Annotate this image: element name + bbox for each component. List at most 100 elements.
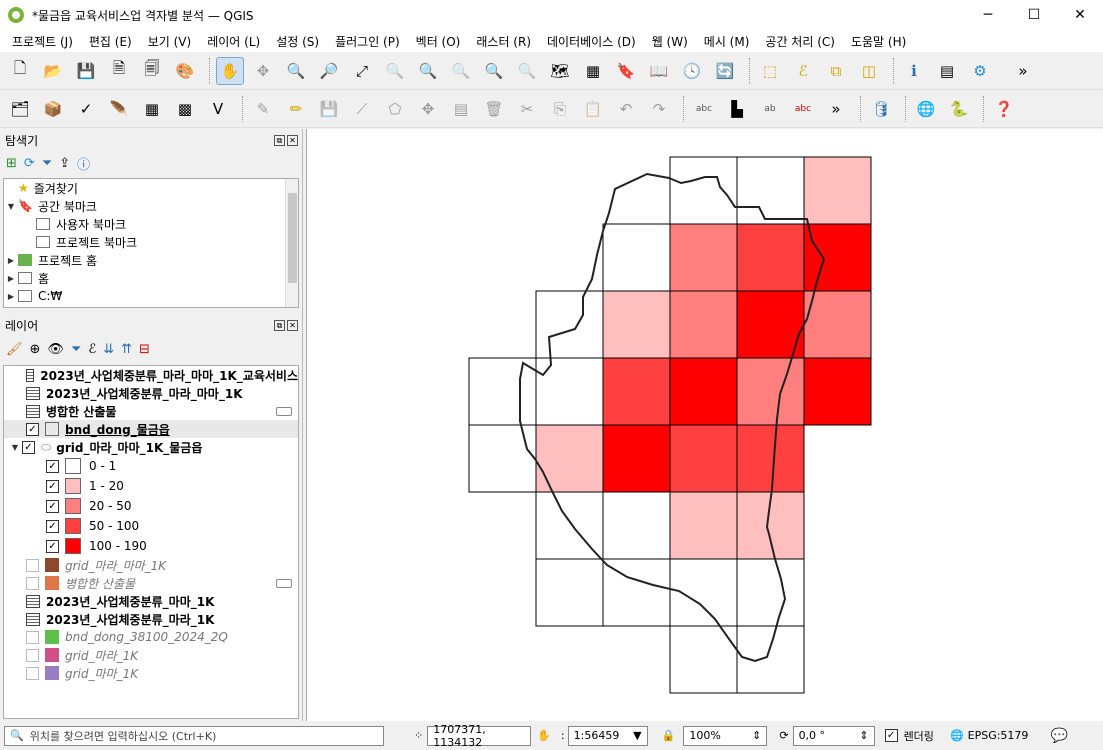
browser-scrollbar[interactable] bbox=[285, 179, 298, 307]
layer-item[interactable]: 병합한 산출물 bbox=[4, 574, 298, 592]
current-edits-icon[interactable]: ✎ bbox=[249, 95, 277, 123]
refresh-icon[interactable]: ⟳ bbox=[24, 156, 35, 171]
legend-item[interactable]: ✓ 1 - 20 bbox=[4, 476, 298, 496]
filter-legend-icon[interactable]: ⏷ bbox=[71, 342, 81, 357]
web-plugin-icon[interactable]: 🌐 bbox=[912, 95, 940, 123]
delete-selected-icon[interactable]: 🗑 bbox=[480, 95, 508, 123]
show-bookmarks-icon[interactable]: 📖 bbox=[645, 57, 673, 85]
magnifier-field[interactable]: 100% ⇕ bbox=[683, 725, 768, 746]
lock-scale-icon[interactable]: 🔒 bbox=[662, 729, 676, 742]
memory-layer-icon[interactable] bbox=[276, 578, 292, 588]
layer-item[interactable]: 2023년_사업체중분류_마라_1K bbox=[4, 610, 298, 628]
toggle-editing-icon[interactable]: ✏ bbox=[282, 95, 310, 123]
layer-item[interactable]: 병합한 산출물 bbox=[4, 402, 298, 420]
visibility-icon[interactable]: 👁 bbox=[47, 342, 64, 357]
render-checkbox[interactable]: ✓ bbox=[884, 729, 898, 742]
menu-raster[interactable]: 래스터 (R) bbox=[468, 33, 539, 50]
layer-item[interactable]: ▼ ✓ ⬭ grid_마라_마마_1K_물금읍 bbox=[4, 438, 298, 456]
layer-item[interactable]: grid_마라_마마_1K bbox=[4, 556, 298, 574]
layer-item[interactable]: bnd_dong_38100_2024_2Q bbox=[4, 628, 298, 646]
add-group-icon[interactable]: ⊕ bbox=[30, 342, 41, 357]
paste-icon[interactable]: 📋 bbox=[579, 95, 607, 123]
select-by-expression-icon[interactable]: ℰ bbox=[789, 57, 817, 85]
float-panel-icon[interactable]: ⧉ bbox=[274, 319, 285, 331]
menu-vector[interactable]: 벡터 (O) bbox=[408, 33, 469, 50]
db-manager-icon[interactable]: 🛢 bbox=[867, 95, 895, 123]
deselect-icon[interactable]: ⧉ bbox=[822, 57, 850, 85]
settings-gear-icon[interactable]: ⚙ bbox=[966, 57, 994, 85]
menu-project[interactable]: 프로젝트 (J) bbox=[4, 33, 81, 50]
label-icon[interactable]: abc bbox=[690, 95, 718, 123]
browser-item-favorites[interactable]: ★ 즐겨찾기 bbox=[4, 179, 298, 197]
new-project-icon[interactable]: 🗋 bbox=[6, 57, 34, 85]
copy-icon[interactable]: ⎘ bbox=[546, 95, 574, 123]
help-icon[interactable]: ❓ bbox=[990, 95, 1018, 123]
legend-checkbox[interactable]: ✓ bbox=[46, 499, 59, 513]
digitize-icon[interactable]: ✓ bbox=[72, 95, 100, 123]
menu-edit[interactable]: 편집 (E) bbox=[81, 33, 140, 50]
layer-visibility-checkbox[interactable] bbox=[26, 648, 39, 662]
filter-icon[interactable]: ⏷ bbox=[42, 156, 52, 171]
close-panel-icon[interactable]: ✕ bbox=[287, 134, 298, 146]
zoom-next-icon[interactable]: 🔍 bbox=[513, 57, 541, 85]
layer-visibility-checkbox[interactable] bbox=[26, 576, 39, 590]
zoom-to-selection-icon[interactable]: 🔍 bbox=[381, 57, 409, 85]
add-layer-icon[interactable]: 🪶 bbox=[105, 95, 133, 123]
menu-web[interactable]: 웹 (W) bbox=[644, 33, 696, 50]
select-features-icon[interactable]: ⬚ bbox=[756, 57, 784, 85]
show-hide-labels-icon[interactable]: abc bbox=[789, 95, 817, 123]
redo-icon[interactable]: ↷ bbox=[645, 95, 673, 123]
style-panel-icon[interactable]: 🖌 bbox=[6, 342, 23, 357]
new-map-view-icon[interactable]: 🗺 bbox=[546, 57, 574, 85]
more-label-tools-icon[interactable]: » bbox=[822, 95, 850, 123]
pan-icon[interactable]: ✋ bbox=[216, 56, 244, 85]
zoom-in-icon[interactable]: 🔍 bbox=[282, 57, 310, 85]
python-console-icon[interactable]: 🐍 bbox=[945, 95, 973, 123]
layer-visibility-checkbox[interactable]: ✓ bbox=[22, 440, 35, 454]
bookmark-icon[interactable]: 🔖 bbox=[612, 57, 640, 85]
zoom-last-icon[interactable]: 🔍 bbox=[480, 57, 508, 85]
legend-item[interactable]: ✓ 100 - 190 bbox=[4, 536, 298, 556]
legend-item[interactable]: ✓ 0 - 1 bbox=[4, 456, 298, 476]
menu-processing[interactable]: 공간 처리 (C) bbox=[757, 33, 843, 50]
more-tools-icon[interactable]: » bbox=[1009, 57, 1037, 85]
expand-all-icon[interactable]: ⇊ bbox=[103, 342, 114, 357]
zoom-full-icon[interactable]: ⤢ bbox=[348, 57, 376, 85]
browser-item-user-bookmarks[interactable]: 사용자 북마크 bbox=[4, 215, 298, 233]
layer-visibility-checkbox[interactable] bbox=[26, 666, 39, 680]
layer-visibility-checkbox[interactable] bbox=[26, 558, 39, 572]
temporal-controller-icon[interactable]: 🕓 bbox=[678, 57, 706, 85]
add-vector-layer-icon[interactable]: V bbox=[204, 95, 232, 123]
layer-item[interactable]: ✓ bnd_dong_물금읍 bbox=[4, 420, 298, 438]
identify-features-icon[interactable]: ℹ bbox=[900, 57, 928, 85]
menu-help[interactable]: 도움말 (H) bbox=[843, 33, 914, 50]
legend-checkbox[interactable]: ✓ bbox=[46, 459, 59, 473]
refresh-icon[interactable]: 🔄 bbox=[711, 57, 739, 85]
new-3d-view-icon[interactable]: ▦ bbox=[579, 57, 607, 85]
layout-manager-icon[interactable]: 🗐 bbox=[138, 57, 166, 85]
layer-visibility-checkbox[interactable] bbox=[26, 630, 39, 644]
diagram-icon[interactable]: ▙ bbox=[723, 95, 751, 123]
messages-icon[interactable]: 💬 bbox=[1050, 728, 1067, 744]
collapse-all-icon[interactable]: ⇈ bbox=[121, 342, 132, 357]
crs-globe-icon[interactable]: 🌐 bbox=[950, 729, 964, 742]
browser-item-project-bookmarks[interactable]: 프로젝트 북마크 bbox=[4, 233, 298, 251]
minimize-button[interactable]: ─ bbox=[965, 0, 1011, 30]
attribute-table-icon[interactable]: ▤ bbox=[933, 57, 961, 85]
cut-icon[interactable]: ✂ bbox=[513, 95, 541, 123]
select-by-location-icon[interactable]: ◫ bbox=[855, 57, 883, 85]
undo-icon[interactable]: ↶ bbox=[612, 95, 640, 123]
legend-item[interactable]: ✓ 50 - 100 bbox=[4, 516, 298, 536]
coordinate-field[interactable]: 1707371, 1134132 bbox=[427, 723, 532, 749]
collapse-all-icon[interactable]: ⇪ bbox=[59, 156, 70, 171]
legend-checkbox[interactable]: ✓ bbox=[46, 519, 59, 533]
menu-mesh[interactable]: 메시 (M) bbox=[696, 33, 758, 50]
pin-label-icon[interactable]: ab bbox=[756, 95, 784, 123]
style-manager-icon[interactable]: 🎨 bbox=[171, 57, 199, 85]
save-edits-icon[interactable]: 💾 bbox=[315, 95, 343, 123]
menu-view[interactable]: 보기 (V) bbox=[140, 33, 199, 50]
float-panel-icon[interactable]: ⧉ bbox=[274, 134, 285, 146]
virtual-layer-icon[interactable]: ▦ bbox=[138, 95, 166, 123]
browser-item-spatial-bookmarks[interactable]: ▼ 🔖 공간 북마크 bbox=[4, 197, 298, 215]
scale-field[interactable]: 1:56459 ▼ bbox=[567, 725, 648, 746]
